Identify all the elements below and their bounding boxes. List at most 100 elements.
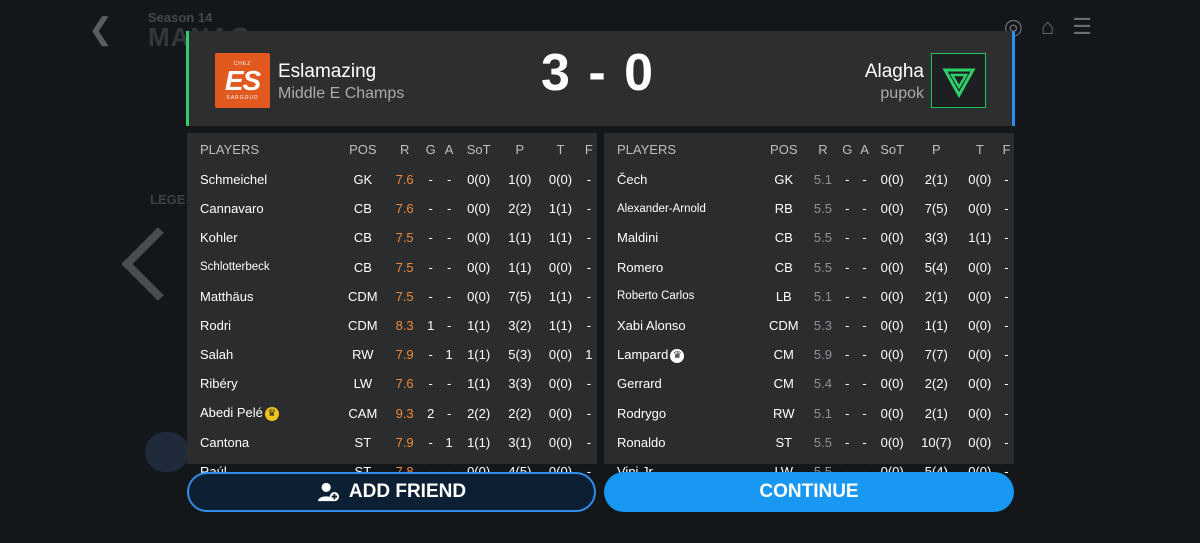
away-club-name: pupok: [880, 85, 924, 102]
stat-t: 1(1): [548, 230, 573, 246]
stat-p: 1(1): [924, 318, 948, 334]
player-name-cell: Maldini: [604, 223, 760, 252]
stat-r: 9.3: [395, 405, 414, 421]
stat-r: 5.5: [813, 434, 832, 450]
stat-p: 2(1): [924, 288, 948, 304]
stat-p: 2(1): [924, 405, 948, 421]
stat-p: 5(3): [508, 347, 532, 363]
stat-t: 0(0): [968, 259, 992, 275]
stat-f: -: [1004, 318, 1009, 334]
stat-p: 1(1): [508, 230, 532, 246]
stat-g: -: [428, 347, 433, 363]
stat-g: -: [845, 230, 850, 246]
player-name-cell: Roberto Carlos: [604, 282, 760, 311]
stat-a: -: [446, 230, 452, 246]
player-row: Ronaldo ST 5.5- -0(0) 10(7) 0(0) -: [604, 428, 1014, 457]
column-header-r: R: [399, 141, 410, 157]
stat-a: -: [446, 376, 452, 392]
away-stats-panel: PLAYERS POS R G A SoT P T F Čech GK 5.1- -0(0) 2(1) 0…: [604, 133, 1014, 479]
crown-icon: ♛: [670, 348, 685, 363]
stat-t: 0(0): [968, 201, 992, 217]
column-header-p: P: [931, 141, 941, 157]
stat-pos: LB: [775, 288, 792, 304]
stat-f: 1: [585, 347, 593, 363]
stat-pos: CB: [353, 230, 372, 246]
stat-a: -: [862, 259, 867, 275]
player-row: Čech GK 5.1- -0(0) 2(1) 0(0) -: [604, 165, 1014, 194]
player-name: Ronaldo: [617, 434, 666, 450]
stat-g: -: [845, 318, 850, 334]
player-name-cell: Matthäus: [187, 282, 337, 311]
stat-sot: 0(0): [467, 201, 491, 217]
stat-sot: 0(0): [880, 347, 904, 363]
add-friend-label: ADD FRIEND: [348, 481, 467, 502]
player-name: Cannavaro: [200, 201, 264, 217]
stat-sot: 0(0): [880, 201, 904, 217]
player-name: Gerrard: [617, 376, 662, 392]
home-stats-table: PLAYERS POS R G A SoT P T F Schmeichel GK 7.6- -0(0…: [187, 133, 597, 486]
column-header-f: F: [1002, 141, 1011, 157]
stat-g: -: [845, 434, 850, 450]
stat-sot: 1(1): [467, 347, 491, 363]
stat-a: 1: [445, 347, 453, 363]
stat-t: 0(0): [968, 434, 992, 450]
stat-sot: 0(0): [467, 172, 491, 188]
stat-sot: 0(0): [880, 172, 904, 188]
stat-sot: 1(1): [467, 434, 491, 450]
player-name: Rodri: [200, 318, 232, 334]
player-name: Roberto Carlos: [617, 290, 695, 303]
player-row: Schlotterbeck CB 7.5- -0(0) 1(1) 0(0) -: [187, 253, 597, 282]
stat-a: -: [862, 434, 867, 450]
stat-t: 1(1): [548, 318, 573, 334]
stat-a: -: [862, 288, 867, 304]
stat-f: -: [1004, 405, 1009, 421]
top-bar-icons: ◎⌂☰: [1003, 14, 1110, 39]
player-row: Romero CB 5.5- -0(0) 5(4) 0(0) -: [604, 253, 1014, 282]
player-row: Maldini CB 5.5- -0(0) 3(3) 1(1) -: [604, 223, 1014, 252]
column-header-t: T: [975, 141, 984, 157]
player-name-cell: Lampard ♛: [604, 340, 760, 369]
stat-r: 7.5: [395, 288, 414, 304]
player-row: Xabi Alonso CDM 5.3- -0(0) 1(1) 0(0) -: [604, 311, 1014, 340]
stat-t: 0(0): [548, 347, 573, 363]
player-name: Salah: [200, 347, 234, 363]
stat-p: 2(1): [924, 172, 948, 188]
player-name: Abedi Pelé: [200, 405, 263, 421]
add-friend-button[interactable]: ADD FRIEND: [187, 472, 596, 512]
stat-g: -: [428, 201, 433, 217]
player-name: Matthäus: [200, 288, 254, 304]
stat-sot: 1(1): [467, 376, 491, 392]
stat-r: 7.9: [395, 434, 414, 450]
player-name-cell: Rodri: [187, 311, 337, 340]
triangle-badge-icon: [941, 68, 976, 98]
stat-f: -: [586, 172, 592, 188]
column-header-sot: SoT: [880, 141, 905, 157]
stat-f: -: [1004, 347, 1009, 363]
stat-pos: CDM: [348, 288, 378, 304]
stat-p: 2(2): [924, 376, 948, 392]
continue-button[interactable]: CONTINUE: [604, 472, 1014, 512]
column-header-a: A: [860, 141, 869, 157]
stat-g: -: [845, 288, 850, 304]
stat-t: 0(0): [548, 259, 573, 275]
background-label: LEGE: [150, 192, 186, 207]
stat-f: -: [586, 259, 592, 275]
column-header-g: G: [842, 141, 853, 157]
stat-t: 1(1): [548, 201, 573, 217]
stat-p: 10(7): [921, 434, 952, 450]
stat-f: -: [586, 318, 592, 334]
player-row: Matthäus CDM 7.5- -0(0) 7(5) 1(1) -: [187, 282, 597, 311]
player-row: Cannavaro CB 7.6- -0(0) 2(2) 1(1) -: [187, 194, 597, 223]
column-header-g: G: [425, 141, 436, 157]
stat-t: 0(0): [548, 172, 573, 188]
stat-sot: 0(0): [880, 288, 904, 304]
stat-a: -: [446, 288, 452, 304]
stat-a: -: [862, 230, 867, 246]
away-club-logo: [931, 53, 986, 108]
column-header-t: T: [556, 141, 565, 157]
stat-g: -: [428, 376, 433, 392]
crown-icon: ♛: [264, 406, 279, 421]
column-header-players: PLAYERS: [200, 141, 260, 157]
stat-p: 1(0): [508, 172, 532, 188]
stat-t: 1(1): [968, 230, 992, 246]
